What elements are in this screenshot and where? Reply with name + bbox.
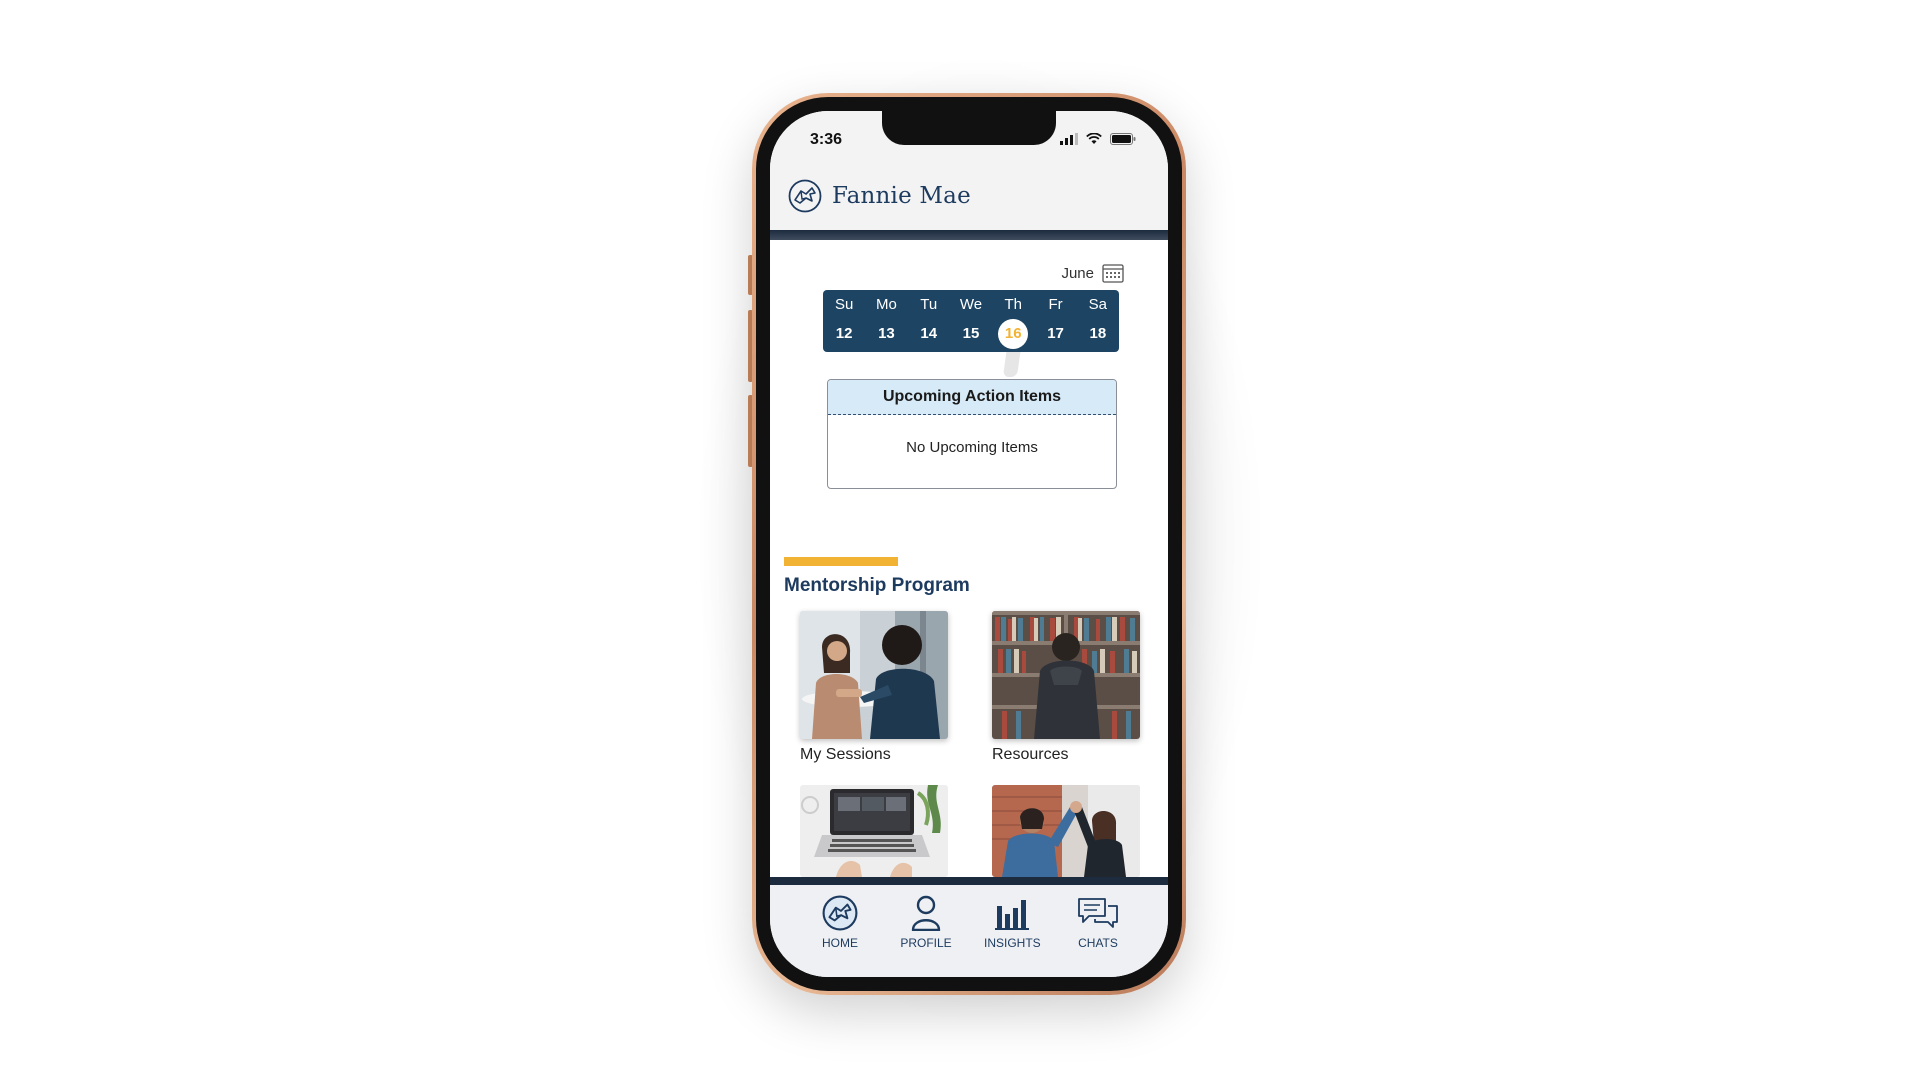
app-screen: 3:36 Fannie Mae June Su 12 Mo 13 Tu 14 W…: [770, 111, 1168, 977]
day-friday[interactable]: Fr 17: [1035, 290, 1077, 352]
nav-insights-label: INSIGHTS: [984, 936, 1041, 950]
day-number: 18: [1089, 325, 1107, 342]
month-selector[interactable]: June: [1061, 263, 1124, 283]
nav-chats-label: CHATS: [1078, 936, 1118, 950]
section-accent-bar: [784, 557, 898, 566]
my-sessions-label: My Sessions: [800, 746, 891, 763]
fannie-mae-logo-icon: [788, 179, 822, 213]
high-five-photo-illustration: [992, 785, 1140, 877]
day-number: 15: [962, 325, 980, 342]
nav-home-label: HOME: [822, 936, 858, 950]
my-sessions-image[interactable]: [800, 611, 948, 739]
laptop-image[interactable]: [800, 785, 948, 877]
nav-profile-icon-wrap: [898, 893, 954, 933]
chat-bubbles-icon: [1078, 898, 1118, 928]
meeting-photo-illustration: [800, 611, 948, 739]
nav-chats[interactable]: CHATS: [1070, 893, 1126, 977]
tile-laptop[interactable]: [800, 785, 948, 877]
nav-insights[interactable]: INSIGHTS: [984, 893, 1041, 977]
tile-collaboration[interactable]: [992, 785, 1140, 877]
day-name: Mo: [876, 296, 897, 313]
resources-image[interactable]: [992, 611, 1140, 739]
day-name: Sa: [1088, 296, 1107, 313]
day-name: Fr: [1048, 296, 1063, 313]
day-number-selected: 16: [998, 319, 1029, 349]
header-divider: [770, 230, 1168, 240]
nav-profile[interactable]: PROFILE: [898, 893, 954, 977]
laptop-photo-illustration: [800, 785, 948, 877]
week-strip: Su 12 Mo 13 Tu 14 We 15 Th 16 Fr 17 Sa 1…: [823, 290, 1119, 352]
nav-home[interactable]: HOME: [812, 893, 868, 977]
user-icon: [911, 895, 941, 931]
day-saturday[interactable]: Sa 18: [1077, 290, 1119, 352]
day-number: 13: [878, 325, 895, 342]
upcoming-action-items-card: Upcoming Action Items No Upcoming Items: [827, 379, 1117, 489]
tile-resources[interactable]: Resources: [992, 611, 1140, 764]
day-number: 12: [835, 325, 853, 342]
status-time: 3:36: [810, 131, 843, 148]
upcoming-empty-text: No Upcoming Items: [906, 439, 1038, 456]
nav-chats-icon-wrap: [1070, 893, 1126, 933]
phone-bezel: 3:36 Fannie Mae June Su 12 Mo 13 Tu 14 W…: [756, 97, 1182, 991]
bar-chart-icon: [995, 900, 1029, 930]
resources-label: Resources: [992, 746, 1069, 763]
month-label: June: [1061, 264, 1094, 282]
status-bar: 3:36: [770, 111, 1168, 167]
day-number: 17: [1047, 325, 1064, 342]
nav-divider: [770, 877, 1168, 885]
day-name: Su: [834, 296, 854, 313]
bottom-nav: HOME PROFILE INSIGHTS CHATS: [770, 885, 1168, 977]
brand-name: Fannie Mae: [832, 183, 971, 209]
calendar-icon[interactable]: [1102, 263, 1124, 283]
day-thursday-selected[interactable]: Th 16: [992, 290, 1034, 352]
day-name: Th: [1004, 296, 1023, 313]
day-name: Tu: [920, 296, 938, 313]
collaboration-image[interactable]: [992, 785, 1140, 877]
status-icons: [1060, 133, 1136, 145]
day-tuesday[interactable]: Tu 14: [908, 290, 950, 352]
day-monday[interactable]: Mo 13: [865, 290, 907, 352]
upcoming-title: Upcoming Action Items: [828, 380, 1116, 415]
tile-my-sessions[interactable]: My Sessions: [800, 611, 948, 764]
day-wednesday[interactable]: We 15: [950, 290, 992, 352]
nav-home-icon-wrap: [812, 893, 868, 933]
wifi-icon: [1086, 133, 1102, 144]
day-sunday[interactable]: Su 12: [823, 290, 865, 352]
mentorship-section-title: Mentorship Program: [784, 575, 970, 596]
app-header: Fannie Mae: [770, 167, 1168, 231]
library-photo-illustration: [992, 611, 1140, 739]
fannie-mae-logo-icon: [822, 895, 858, 931]
nav-insights-icon-wrap: [984, 893, 1040, 933]
phone-frame: 3:36 Fannie Mae June Su 12 Mo 13 Tu 14 W…: [752, 93, 1186, 995]
day-number: 14: [920, 325, 938, 342]
battery-icon: [1110, 133, 1136, 145]
signal-icon: [1060, 133, 1078, 145]
nav-profile-label: PROFILE: [900, 936, 952, 950]
day-name: We: [959, 296, 983, 313]
phone-notch: [882, 111, 1056, 145]
